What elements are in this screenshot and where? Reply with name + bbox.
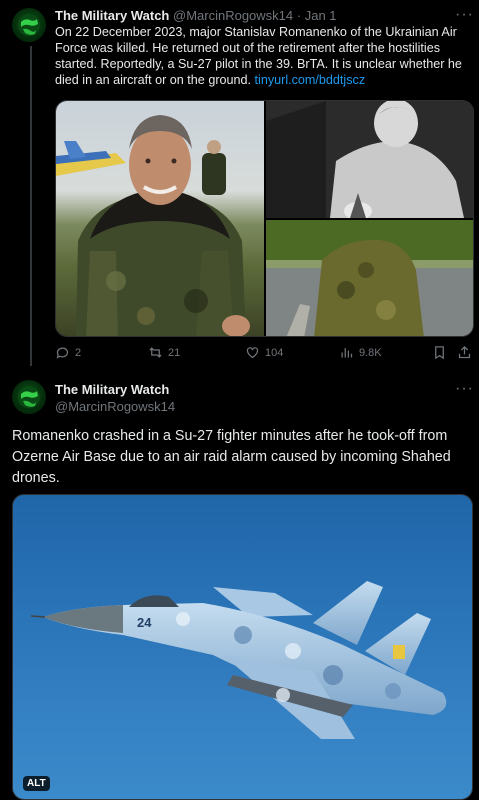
separator: · bbox=[296, 8, 302, 23]
su27-jet-image: 24 bbox=[30, 581, 447, 739]
reply-count: 2 bbox=[75, 346, 82, 359]
tweet-header: The Military Watch @MarcinRogowsk14 · Ja… bbox=[55, 8, 337, 23]
bookmark-icon bbox=[435, 346, 444, 360]
tweet-actions: 2 21 104 9.8K bbox=[55, 345, 474, 365]
author-name[interactable]: The Military Watch bbox=[55, 382, 169, 397]
tweet-text: Romanenko crashed in a Su-27 fighter min… bbox=[12, 428, 451, 486]
author-handle[interactable]: @MarcinRogowsk14 bbox=[173, 8, 293, 23]
views-button[interactable]: 9.8K bbox=[339, 345, 382, 360]
repost-icon bbox=[149, 347, 162, 358]
tweet-text: On 22 December 2023, major Stanislav Rom… bbox=[55, 24, 467, 88]
photo-pilot-portrait[interactable] bbox=[56, 101, 264, 336]
tweet-date[interactable]: Jan 1 bbox=[305, 8, 337, 23]
reply-button[interactable]: 2 bbox=[55, 345, 81, 360]
repost-button[interactable]: 21 bbox=[148, 345, 180, 360]
tweet-link[interactable]: tinyurl.com/bddtjscz bbox=[255, 73, 366, 87]
avatar[interactable] bbox=[12, 380, 46, 414]
pilot-cockpit-image bbox=[266, 101, 473, 218]
avatar[interactable] bbox=[12, 8, 46, 42]
like-button[interactable]: 104 bbox=[245, 345, 283, 360]
views-chart-icon bbox=[341, 348, 353, 358]
photo-su27-fighter[interactable]: 24 ALT bbox=[12, 494, 473, 800]
photo-pilot-on-airfield[interactable] bbox=[266, 220, 473, 336]
like-count: 104 bbox=[265, 346, 284, 359]
views-count: 9.8K bbox=[359, 346, 382, 359]
alt-text-badge[interactable]: ALT bbox=[23, 776, 50, 791]
pilot-portrait-image bbox=[56, 115, 250, 336]
bookmark-button[interactable] bbox=[432, 345, 447, 360]
tweet-1[interactable]: The Military Watch @MarcinRogowsk14 · Ja… bbox=[0, 0, 479, 372]
author-handle-row: @MarcinRogowsk14 bbox=[55, 399, 175, 414]
more-horizontal-icon[interactable]: ··· bbox=[455, 7, 474, 23]
jet-side-number: 24 bbox=[137, 615, 152, 630]
repost-count: 21 bbox=[168, 346, 181, 359]
pilot-airfield-image bbox=[266, 220, 473, 336]
share-icon bbox=[458, 345, 471, 359]
photo-pilot-in-cockpit[interactable] bbox=[266, 101, 473, 218]
author-name[interactable]: The Military Watch bbox=[55, 8, 169, 23]
more-horizontal-icon[interactable]: ··· bbox=[455, 381, 474, 397]
share-button[interactable] bbox=[457, 345, 472, 360]
media-grid bbox=[55, 100, 474, 337]
reply-icon bbox=[56, 347, 69, 359]
thread-line bbox=[30, 46, 32, 366]
author-name-row: The Military Watch bbox=[55, 382, 169, 397]
heart-icon bbox=[246, 347, 259, 359]
tweet-2[interactable]: The Military Watch @MarcinRogowsk14 ··· … bbox=[0, 372, 479, 800]
globe-logo-icon bbox=[18, 386, 40, 408]
author-handle[interactable]: @MarcinRogowsk14 bbox=[55, 399, 175, 414]
globe-logo-icon bbox=[18, 14, 40, 36]
